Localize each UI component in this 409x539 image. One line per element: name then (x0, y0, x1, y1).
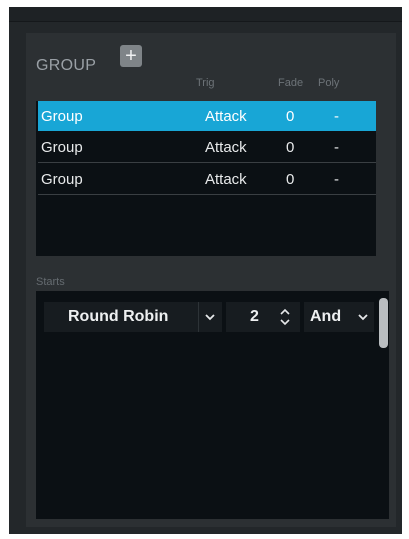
group-trig: Attack (205, 171, 247, 188)
column-header-poly: Poly (318, 77, 340, 89)
row-divider (38, 162, 376, 163)
column-header-trig: Trig (196, 77, 215, 89)
group-fade: 0 (286, 108, 295, 125)
group-list: Group Attack 0 - Group Attack 0 - Group … (36, 101, 376, 256)
group-trig: Attack (205, 108, 247, 125)
column-header-fade: Fade (278, 77, 304, 89)
panel-top-strip (9, 7, 402, 22)
starts-area: Round Robin 2 And (36, 291, 389, 519)
group-row-3[interactable]: Group Attack 0 - (38, 164, 376, 194)
group-row-1[interactable]: Group Attack 0 - (38, 101, 376, 131)
start-mode-value: Round Robin (68, 308, 169, 325)
group-poly: - (334, 139, 339, 156)
row-divider (38, 194, 376, 195)
starts-label: Starts (36, 276, 65, 288)
group-poly: - (334, 108, 339, 125)
group-name: Group (41, 139, 83, 156)
group-panel: GROUP + Trig Fade Poly Group Attack 0 - … (9, 7, 402, 534)
group-name: Group (41, 171, 83, 188)
group-editor: GROUP + Trig Fade Poly Group Attack 0 - … (26, 33, 396, 527)
start-logic-dropdown[interactable]: And (304, 302, 374, 332)
chevron-down-icon[interactable] (198, 302, 223, 332)
start-mode-dropdown[interactable]: Round Robin (44, 302, 222, 332)
add-group-button[interactable]: + (120, 45, 142, 67)
start-count-stepper[interactable]: 2 (226, 302, 300, 332)
group-name: Group (41, 108, 83, 125)
group-poly: - (334, 171, 339, 188)
group-title: GROUP (36, 57, 97, 74)
group-fade: 0 (286, 139, 295, 156)
group-fade: 0 (286, 171, 295, 188)
start-count-value: 2 (250, 308, 259, 325)
starts-scrollbar[interactable] (379, 298, 388, 348)
chevron-down-icon[interactable] (352, 302, 374, 332)
start-logic-value: And (310, 308, 342, 325)
group-trig: Attack (205, 139, 247, 156)
group-row-2[interactable]: Group Attack 0 - (38, 132, 376, 162)
stepper-up-down-icon[interactable] (272, 302, 298, 332)
